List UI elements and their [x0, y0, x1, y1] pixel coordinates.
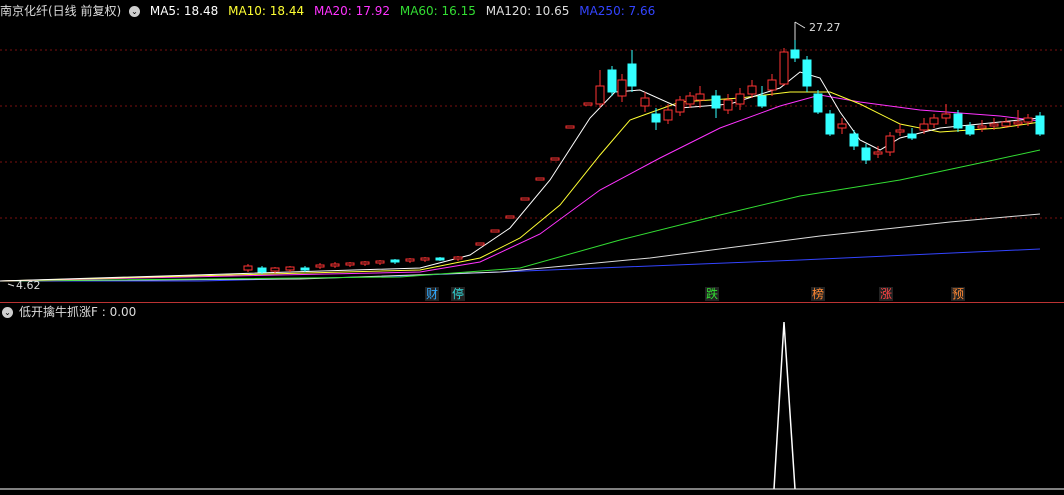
- candle-body: [861, 147, 871, 161]
- ma10-line: [0, 91, 1041, 282]
- candle-body: [953, 113, 963, 129]
- event-marker[interactable]: 涨: [879, 287, 894, 301]
- candle-body: [1023, 117, 1033, 123]
- candle-body: [885, 135, 895, 153]
- candle-body: [1035, 115, 1045, 135]
- candle-body: [802, 59, 812, 87]
- sub-indicator-label: 低开擒牛抓涨F : 0.00: [19, 305, 137, 319]
- candle-body: [375, 260, 385, 264]
- candle-body: [420, 257, 430, 261]
- candle-body: [685, 95, 695, 105]
- candle-body: [330, 263, 340, 267]
- candle-body: [675, 99, 685, 113]
- candle-body: [345, 262, 355, 266]
- candle-body: [505, 215, 515, 219]
- high-marker: [794, 21, 806, 40]
- candle-body: [651, 113, 661, 123]
- candle-body: [583, 102, 593, 106]
- candle-body: [723, 99, 733, 111]
- candle-body: [837, 123, 847, 129]
- candle-body: [617, 79, 627, 97]
- high-price-label: 27.27: [809, 21, 841, 34]
- candle-body: [695, 93, 705, 101]
- candle-body: [550, 157, 560, 161]
- pane-separator: [0, 302, 1064, 303]
- ma5-line: [0, 71, 1041, 282]
- candle-body: [285, 266, 295, 271]
- candle-body: [595, 85, 605, 105]
- candlestick-chart[interactable]: [0, 0, 1064, 302]
- candle-body: [300, 267, 310, 271]
- candle-body: [779, 51, 789, 85]
- candle-body: [757, 95, 767, 107]
- candle-body: [813, 93, 823, 113]
- candle-body: [907, 133, 917, 139]
- candle-body: [520, 197, 530, 201]
- candle-body: [895, 129, 905, 133]
- candle-body: [453, 256, 463, 260]
- candle-body: [965, 125, 975, 135]
- candle-body: [607, 69, 617, 93]
- candle-body: [825, 113, 835, 135]
- candle-body: [435, 257, 445, 261]
- candle-body: [989, 123, 999, 127]
- candle-body: [941, 113, 951, 119]
- candle-body: [390, 259, 400, 263]
- candle-body: [735, 93, 745, 105]
- candle-body: [315, 264, 325, 268]
- candle-body: [929, 117, 939, 125]
- candle-body: [640, 97, 650, 107]
- candle-body: [849, 133, 859, 147]
- low-marker: [7, 283, 15, 287]
- candle-body: [257, 267, 267, 273]
- candle-body: [565, 125, 575, 129]
- candle-body: [490, 229, 500, 233]
- candle-body: [270, 267, 280, 272]
- candle-body: [919, 123, 929, 131]
- chevron-down-icon[interactable]: ⌄: [2, 307, 13, 318]
- candle-body: [405, 258, 415, 262]
- low-price-label: 4.62: [16, 279, 41, 292]
- event-marker[interactable]: 跌: [705, 287, 720, 301]
- candle-body: [243, 265, 253, 271]
- candle-body: [790, 49, 800, 59]
- indicator-spike: [773, 321, 796, 490]
- candle-body: [475, 242, 485, 246]
- candle-body: [873, 151, 883, 155]
- sub-header: ⌄ 低开擒牛抓涨F : 0.00: [0, 302, 142, 322]
- candle-body: [663, 109, 673, 121]
- event-marker[interactable]: 财: [425, 287, 440, 301]
- event-marker[interactable]: 停: [451, 287, 466, 301]
- event-marker[interactable]: 预: [951, 287, 966, 301]
- ma20-line: [0, 94, 1041, 282]
- candle-body: [767, 79, 777, 91]
- candle-body: [535, 177, 545, 181]
- candle-body: [627, 63, 637, 87]
- event-marker[interactable]: 榜: [811, 287, 826, 301]
- candle-body: [711, 95, 721, 109]
- candle-body: [747, 85, 757, 95]
- candle-body: [977, 125, 987, 129]
- candle-body: [1013, 121, 1023, 125]
- candle-body: [360, 261, 370, 265]
- candle-body: [1001, 121, 1011, 127]
